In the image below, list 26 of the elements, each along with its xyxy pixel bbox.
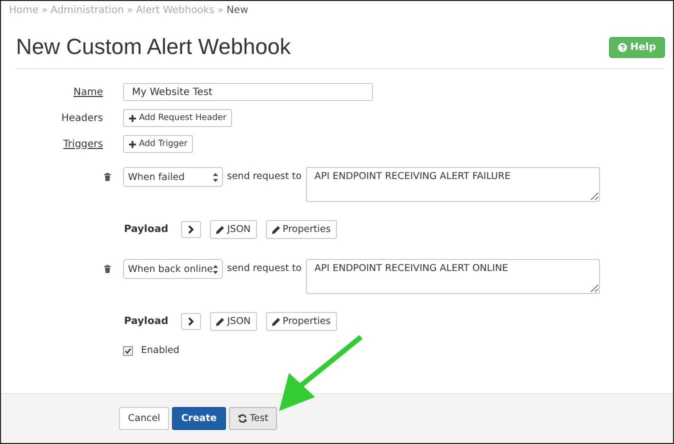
payload-label: Payload bbox=[124, 224, 168, 235]
send-label: send request to bbox=[227, 263, 302, 274]
field-label: Name bbox=[72, 86, 103, 98]
test-button[interactable]: Test bbox=[228, 407, 278, 430]
add-button[interactable]: Add Trigger bbox=[123, 135, 194, 153]
enabled-label: Enabled bbox=[141, 345, 180, 356]
edit-button[interactable]: JSON bbox=[210, 220, 257, 239]
send-label: send request to bbox=[227, 171, 302, 182]
edit-button[interactable]: Properties bbox=[266, 220, 337, 239]
event-select[interactable]: When back online bbox=[123, 259, 223, 279]
field-label: Triggers bbox=[62, 138, 103, 150]
add-button[interactable]: Add Request Header bbox=[123, 109, 232, 127]
edit-button[interactable]: JSON bbox=[210, 312, 257, 331]
breadcrumb-separator: » bbox=[126, 5, 133, 16]
page-title: New Custom Alert Webhook bbox=[16, 34, 291, 60]
field-label: Headers bbox=[60, 112, 103, 124]
endpoint-field[interactable]: API ENDPOINT RECEIVING ALERT ONLINE bbox=[306, 259, 600, 294]
create-button[interactable]: Create bbox=[172, 407, 226, 430]
payload-label: Payload bbox=[124, 316, 168, 327]
event-select[interactable]: When failed bbox=[123, 167, 223, 187]
breadcrumb-separator: » bbox=[217, 5, 224, 16]
edit-button[interactable]: Properties bbox=[266, 312, 337, 331]
breadcrumb-separator: » bbox=[42, 5, 48, 16]
endpoint-field[interactable]: API ENDPOINT RECEIVING ALERT FAILURE bbox=[306, 167, 600, 202]
cancel-button[interactable]: Cancel bbox=[119, 407, 170, 430]
name-field[interactable]: My Website Test bbox=[123, 83, 373, 101]
